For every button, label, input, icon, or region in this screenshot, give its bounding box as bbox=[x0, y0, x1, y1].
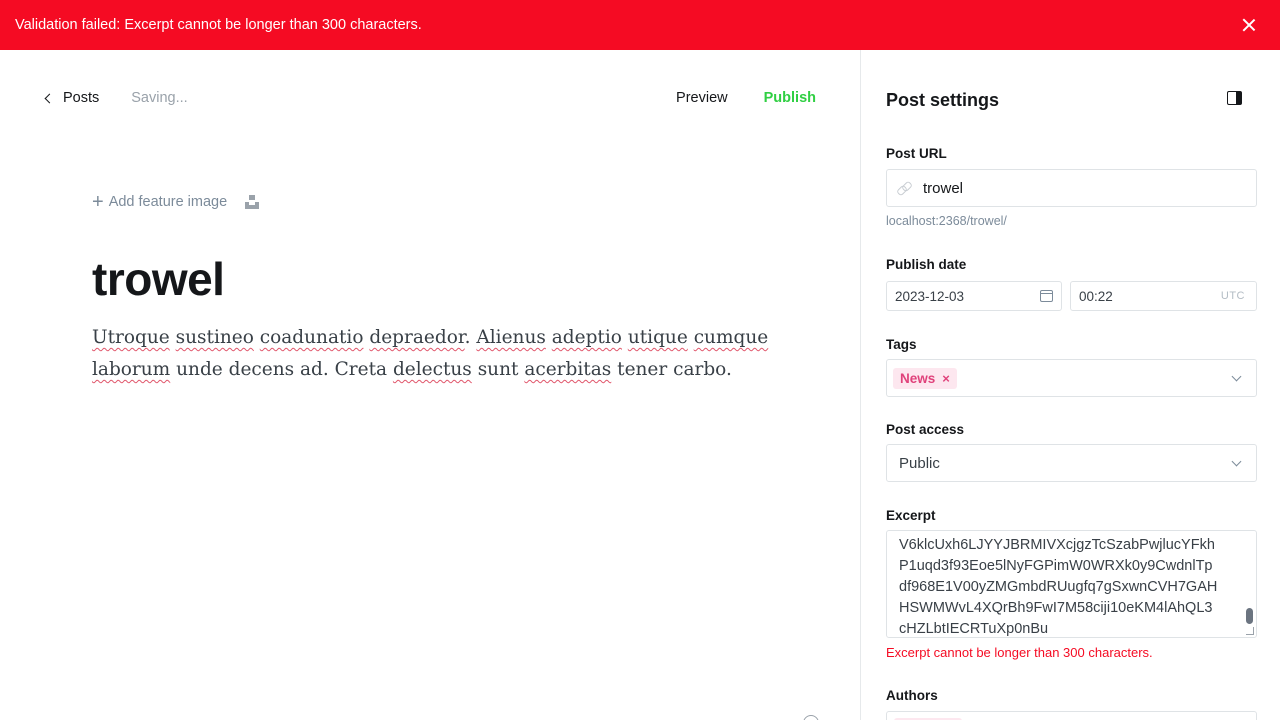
back-to-posts-link[interactable]: Posts bbox=[44, 90, 99, 106]
excerpt-line: V6klcUxh6LJYYJBRMIVXcjgzTcSzabPwjlucYFkh bbox=[899, 537, 1215, 553]
excerpt-label: Excerpt bbox=[886, 508, 936, 523]
post-title[interactable]: trowel bbox=[92, 252, 225, 306]
body-line-1: Utroque sustineo coadunatio depraedor. A… bbox=[92, 327, 769, 348]
excerpt-line: HSWMWvL4XQrBh9FwI7M58ciji10eKM4lAhQL3 bbox=[899, 600, 1213, 616]
tags-input[interactable]: News × bbox=[886, 359, 1257, 397]
publish-date-input[interactable]: 2023-12-03 bbox=[886, 281, 1062, 311]
post-access-label: Post access bbox=[886, 422, 965, 437]
back-label: Posts bbox=[63, 90, 100, 106]
preview-button[interactable]: Preview bbox=[676, 90, 728, 106]
timezone-label: UTC bbox=[1220, 290, 1245, 302]
editor: Posts Saving... Preview Publish + Add fe… bbox=[0, 50, 860, 720]
excerpt-line: df968E1V00yZMGmbdRUugfq7gSxwnCVH7GAH bbox=[899, 579, 1218, 595]
resize-handle-icon[interactable] bbox=[1246, 627, 1254, 635]
publish-time-value: 00:22 bbox=[1079, 288, 1113, 304]
panel-title: Post settings bbox=[886, 90, 1000, 110]
post-url-hint: localhost:2368/trowel/ bbox=[886, 214, 1007, 228]
tag-pill: News × bbox=[893, 367, 957, 389]
calendar-icon[interactable] bbox=[1040, 290, 1053, 302]
authors-label: Authors bbox=[886, 688, 938, 703]
publish-time-input[interactable]: 00:22 UTC bbox=[1070, 281, 1257, 311]
authors-input[interactable] bbox=[886, 711, 1257, 720]
close-icon[interactable] bbox=[1239, 15, 1259, 35]
add-feature-image-button[interactable]: + Add feature image bbox=[92, 191, 260, 213]
excerpt-line: P1uqd3f93Eoe5lNyFGPimW0WRXk0y9CwdnlTp bbox=[899, 558, 1213, 574]
publish-button[interactable]: Publish bbox=[764, 90, 816, 106]
post-url-value: trowel bbox=[923, 179, 964, 197]
publish-date-label: Publish date bbox=[886, 257, 967, 272]
remove-tag-icon[interactable]: × bbox=[942, 371, 950, 386]
chevron-down-icon bbox=[1231, 456, 1242, 467]
excerpt-textarea[interactable]: V6klcUxh6LJYYJBRMIVXcjgzTcSzabPwjlucYFkh… bbox=[886, 530, 1257, 638]
chevron-left-icon bbox=[44, 93, 55, 103]
validation-alert: Validation failed: Excerpt cannot be lon… bbox=[0, 0, 1280, 50]
post-settings-panel: Post settings Post URL trowel localhost:… bbox=[860, 50, 1280, 720]
excerpt-line: cHZLbtIECRTuXp0nBu bbox=[899, 621, 1049, 637]
post-access-select[interactable]: Public bbox=[886, 444, 1257, 482]
excerpt-error: Excerpt cannot be longer than 300 charac… bbox=[886, 645, 1153, 660]
unsplash-icon[interactable] bbox=[245, 195, 260, 209]
post-access-value: Public bbox=[899, 454, 940, 472]
link-icon bbox=[897, 181, 911, 195]
chevron-down-icon[interactable] bbox=[1231, 371, 1242, 382]
save-status: Saving... bbox=[131, 90, 188, 106]
editor-toolbar: Posts Saving... Preview Publish bbox=[44, 88, 816, 108]
post-url-label: Post URL bbox=[886, 146, 947, 161]
post-body[interactable]: Utroque sustineo coadunatio depraedor. A… bbox=[92, 322, 772, 386]
body-line-2: laborum unde decens ad. Creta delectus s… bbox=[92, 359, 732, 380]
tag-name: News bbox=[900, 370, 936, 386]
post-url-input[interactable]: trowel bbox=[886, 169, 1257, 207]
sidebar-toggle-icon[interactable] bbox=[1227, 91, 1242, 105]
tags-label: Tags bbox=[886, 337, 917, 352]
alert-message: Validation failed: Excerpt cannot be lon… bbox=[15, 17, 422, 33]
feature-image-label: Add feature image bbox=[108, 194, 228, 210]
publish-date-value: 2023-12-03 bbox=[895, 288, 965, 304]
plus-icon: + bbox=[92, 191, 104, 213]
excerpt-scrollbar[interactable] bbox=[1246, 608, 1253, 624]
help-icon[interactable] bbox=[803, 715, 819, 720]
